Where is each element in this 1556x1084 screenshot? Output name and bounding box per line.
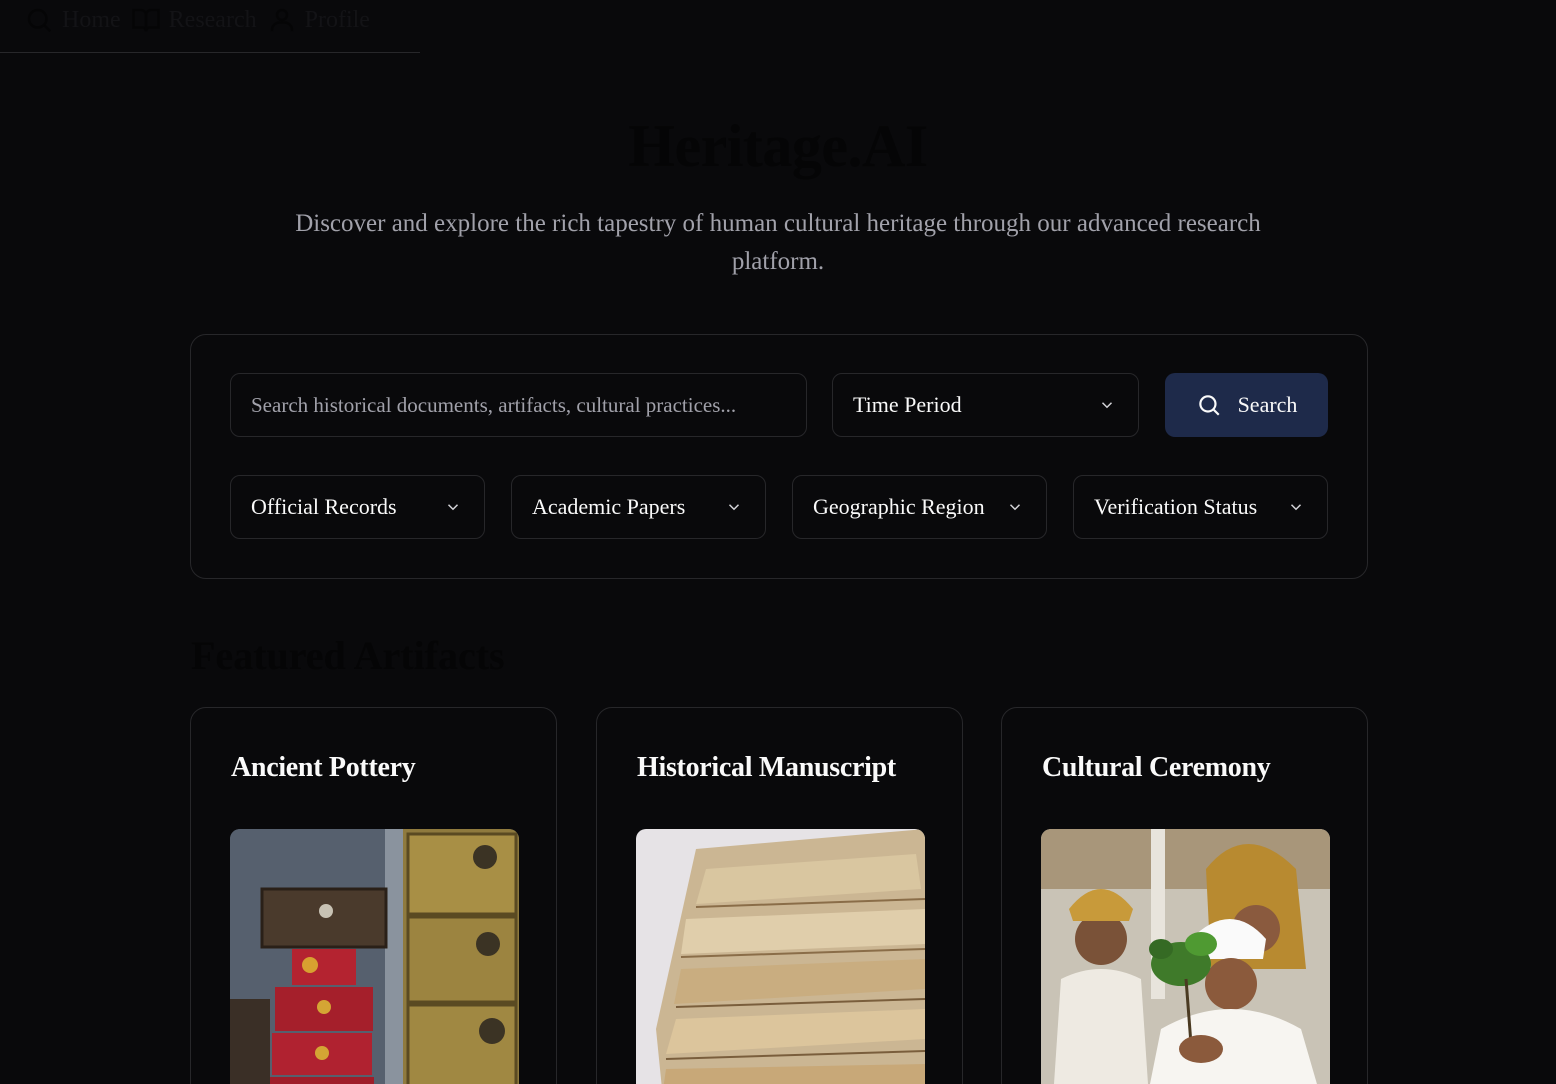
- section-title: Featured Artifacts: [191, 633, 505, 678]
- card-title: Cultural Ceremony: [1042, 752, 1271, 783]
- official-records-label: Official Records: [251, 494, 397, 519]
- academic-papers-label: Academic Papers: [532, 494, 686, 519]
- academic-papers-select[interactable]: Academic Papers: [511, 475, 766, 539]
- search-filter-panel: [190, 334, 1368, 579]
- artifact-image: [230, 829, 519, 1084]
- chevron-down-icon: [1290, 504, 1302, 511]
- top-nav: Home Research Profile: [0, 0, 420, 53]
- artifact-card-ancient-pottery[interactable]: Ancient Pottery: [190, 707, 557, 1084]
- chevron-down-icon: [1101, 402, 1113, 409]
- nav-item-label: Profile: [304, 6, 370, 33]
- time-period-select[interactable]: Time Period: [832, 373, 1139, 437]
- hero-subtitle: Discover and explore the rich tapestry o…: [295, 210, 1261, 275]
- chevron-down-icon: [1009, 504, 1021, 511]
- search-input[interactable]: [230, 373, 807, 437]
- artifact-card-historical-manuscript[interactable]: Historical Manuscript: [596, 707, 963, 1084]
- artifact-image: [636, 829, 925, 1084]
- search-icon: [27, 8, 52, 33]
- search-button[interactable]: Search: [1165, 373, 1328, 437]
- nav-item-label: Research: [168, 6, 257, 33]
- search-icon: [1198, 395, 1220, 416]
- nav-item-home[interactable]: Home: [24, 5, 121, 35]
- artifact-image: [1041, 829, 1330, 1084]
- verification-status-label: Verification Status: [1094, 494, 1258, 519]
- geographic-region-select[interactable]: Geographic Region: [792, 475, 1047, 539]
- artifact-card-cultural-ceremony[interactable]: Cultural Ceremony: [1001, 707, 1368, 1084]
- page-title: Heritage.AI: [628, 113, 928, 179]
- nav-item-research[interactable]: Research: [131, 5, 257, 35]
- chevron-down-icon: [728, 504, 740, 511]
- book-open-icon: [131, 8, 160, 32]
- official-records-select[interactable]: Official Records: [230, 475, 485, 539]
- user-icon: [270, 8, 293, 32]
- search-button-label: Search: [1237, 392, 1298, 417]
- nav-item-profile[interactable]: Profile: [267, 5, 370, 35]
- geographic-region-label: Geographic Region: [813, 494, 985, 519]
- nav-item-label: Home: [62, 6, 121, 33]
- card-title: Ancient Pottery: [231, 752, 416, 783]
- verification-status-select[interactable]: Verification Status: [1073, 475, 1328, 539]
- time-period-label: Time Period: [853, 392, 962, 417]
- card-title: Historical Manuscript: [637, 752, 896, 783]
- chevron-down-icon: [447, 504, 459, 511]
